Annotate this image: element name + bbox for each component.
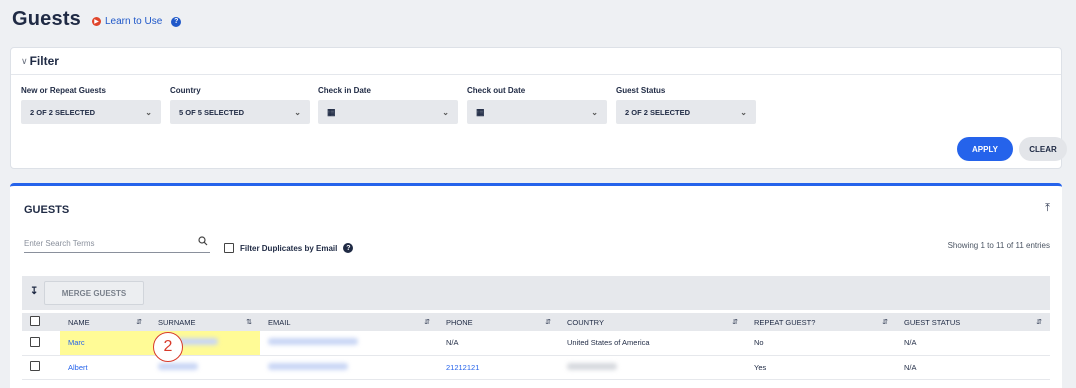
row-select-cell — [22, 355, 60, 380]
guest-name-link[interactable]: Marc — [68, 338, 85, 347]
select-value: 5 OF 5 SELECTED — [179, 107, 245, 117]
table-toolbar: ↧ MERGE GUESTS — [22, 276, 1050, 310]
name-cell: Marc — [60, 331, 150, 356]
phone-cell: N/A — [438, 331, 559, 356]
phone-cell: 21212121 — [438, 355, 559, 380]
redacted-email — [268, 362, 348, 370]
guest-status-cell: N/A — [896, 355, 1050, 380]
page-title: Guests — [12, 8, 82, 30]
country-select[interactable]: 5 OF 5 SELECTED ⌄ — [170, 100, 310, 124]
sort-icon: ⇵ — [545, 318, 551, 326]
filter-new-or-repeat: New or Repeat Guests 2 OF 2 SELECTED ⌄ — [21, 86, 161, 124]
sort-icon: ⇵ — [1036, 318, 1042, 326]
learn-to-use-link[interactable]: ▶ Learn to Use ? — [92, 16, 182, 27]
filter-label: Check in Date — [318, 86, 371, 95]
col-guest-status[interactable]: GUEST STATUS ⇵ — [896, 313, 1050, 331]
col-label: PHONE — [446, 317, 473, 327]
col-label: REPEAT GUEST? — [754, 317, 816, 327]
col-phone[interactable]: PHONE ⇵ — [438, 313, 559, 331]
chevron-down-icon: ⌄ — [442, 107, 449, 117]
search-field — [24, 233, 210, 253]
filter-label: Guest Status — [616, 86, 666, 95]
name-cell: Albert — [60, 355, 150, 380]
col-label: SURNAME — [158, 317, 196, 327]
col-label: COUNTRY — [567, 317, 604, 327]
sort-icon: ⇵ — [424, 318, 430, 326]
filter-duplicates-label: Filter Duplicates by Email — [240, 243, 338, 253]
check-in-date-select[interactable]: ▦ ⌄ — [318, 100, 458, 124]
redacted-email — [268, 338, 358, 346]
col-name[interactable]: NAME ⇵ — [60, 313, 150, 331]
filter-duplicates-checkbox[interactable] — [224, 243, 234, 253]
filter-duplicates: Filter Duplicates by Email ? — [224, 243, 354, 253]
repeat-guest-cell: Yes — [746, 355, 896, 380]
country-cell — [559, 355, 746, 380]
row-select-cell — [22, 331, 60, 356]
filter-guest-status: Guest Status 2 OF 2 SELECTED ⌄ — [616, 86, 756, 124]
guest-name-link[interactable]: Albert — [68, 363, 88, 372]
sort-icon: ⇵ — [136, 318, 142, 326]
col-label: EMAIL — [268, 317, 291, 327]
play-icon: ▶ — [92, 17, 101, 26]
sort-ascending-icon: ⇅ — [246, 318, 252, 326]
phone-link[interactable]: 21212121 — [446, 363, 479, 372]
calendar-icon: ▦ — [476, 106, 485, 117]
chevron-down-icon: ⌄ — [145, 107, 152, 117]
repeat-guest-cell: No — [746, 331, 896, 356]
filter-header[interactable]: ∨ Filter — [11, 48, 1061, 75]
col-surname[interactable]: SURNAME ⇅ — [150, 313, 260, 331]
help-icon[interactable]: ? — [343, 243, 354, 253]
export-icon[interactable]: ⤒ — [1045, 202, 1050, 215]
filter-check-out: Check out Date ▦ ⌄ — [467, 86, 607, 124]
filter-label: Check out Date — [467, 86, 526, 95]
calendar-icon: ▦ — [327, 106, 336, 117]
filter-label: New or Repeat Guests — [21, 86, 106, 95]
select-all-cell — [22, 313, 60, 331]
apply-button[interactable]: APPLY — [957, 137, 1013, 161]
col-repeat-guest[interactable]: REPEAT GUEST? ⇵ — [746, 313, 896, 331]
search-input[interactable] — [24, 234, 184, 253]
search-icon[interactable] — [198, 236, 208, 246]
row-checkbox[interactable] — [30, 336, 40, 347]
row-checkbox[interactable] — [30, 361, 40, 371]
chevron-down-icon: ⌄ — [740, 107, 747, 117]
merge-guests-button[interactable]: MERGE GUESTS — [44, 281, 144, 305]
clear-button[interactable]: CLEAR — [1019, 137, 1067, 161]
guests-title: GUESTS — [24, 204, 70, 216]
entries-count: Showing 1 to 11 of 11 entries — [947, 241, 1050, 250]
sort-icon: ⇵ — [882, 318, 888, 326]
annotation-marker: 2 — [153, 332, 183, 362]
new-or-repeat-select[interactable]: 2 OF 2 SELECTED ⌄ — [21, 100, 161, 124]
email-cell — [260, 331, 438, 356]
filter-label: Country — [170, 86, 201, 95]
email-cell — [260, 355, 438, 380]
learn-to-use-label: Learn to Use — [105, 16, 163, 27]
chevron-down-icon: ⌄ — [294, 107, 301, 117]
country-cell: United States of America — [559, 331, 746, 356]
filter-title: Filter — [29, 54, 59, 68]
col-label: GUEST STATUS — [904, 317, 961, 327]
chevron-down-icon: ∨ — [21, 55, 28, 66]
guest-status-select[interactable]: 2 OF 2 SELECTED ⌄ — [616, 100, 756, 124]
chevron-down-icon: ⌄ — [591, 107, 598, 117]
sort-direction-icon[interactable]: ↧ — [30, 286, 38, 297]
select-value: 2 OF 2 SELECTED — [30, 107, 96, 117]
table-header-row: NAME ⇵ SURNAME ⇅ EMAIL ⇵ PHONE ⇵ COUNTRY ⇵ RE… — [22, 313, 1050, 331]
col-country[interactable]: COUNTRY ⇵ — [559, 313, 746, 331]
col-email[interactable]: EMAIL ⇵ — [260, 313, 438, 331]
redacted-surname — [158, 362, 198, 370]
redacted-country — [567, 362, 617, 370]
help-icon[interactable]: ? — [171, 16, 182, 27]
check-out-date-select[interactable]: ▦ ⌄ — [467, 100, 607, 124]
filter-panel: ∨ Filter New or Repeat Guests 2 OF 2 SEL… — [10, 47, 1067, 169]
select-value: 2 OF 2 SELECTED — [625, 107, 691, 117]
sort-icon: ⇵ — [732, 318, 738, 326]
guest-status-cell: N/A — [896, 331, 1050, 356]
select-all-checkbox[interactable] — [30, 316, 40, 326]
filter-country: Country 5 OF 5 SELECTED ⌄ — [170, 86, 310, 124]
col-label: NAME — [68, 317, 90, 327]
filter-check-in: Check in Date ▦ ⌄ — [318, 86, 458, 124]
